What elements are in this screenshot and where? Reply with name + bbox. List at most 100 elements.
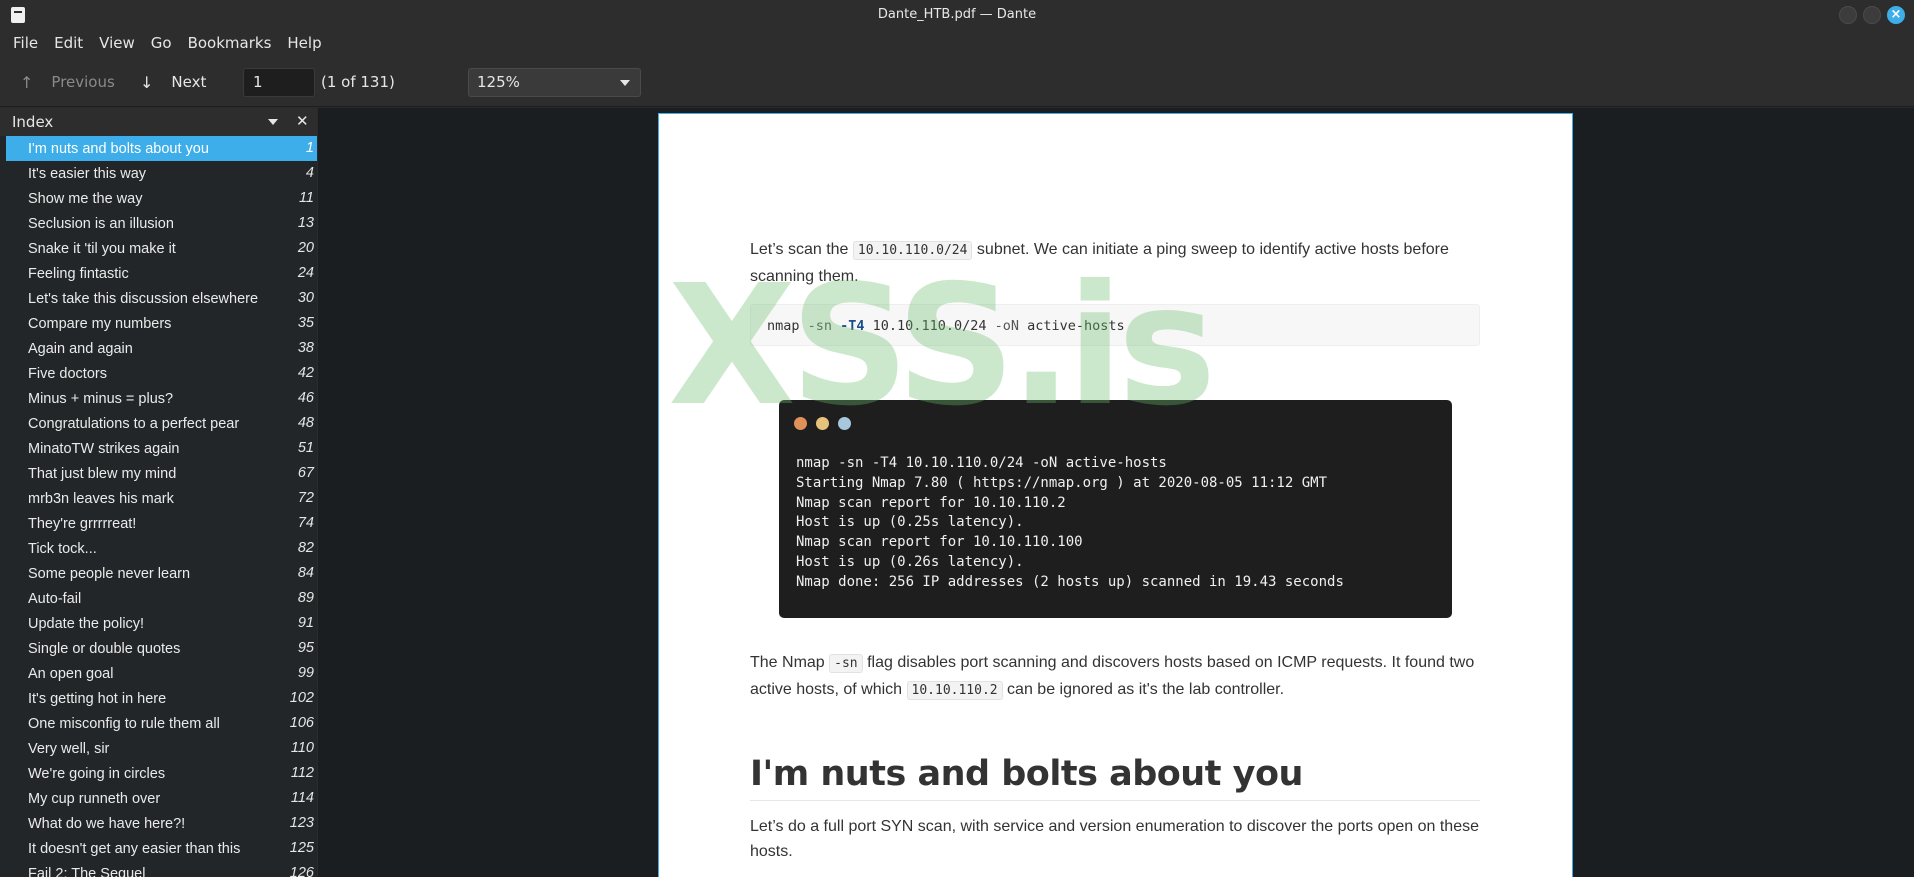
list-item-page: 95 <box>297 640 314 656</box>
list-item-label: Snake it 'til you make it <box>28 240 176 257</box>
sidebar-dropdown-icon[interactable] <box>268 119 278 125</box>
window-controls: × <box>1839 6 1905 24</box>
list-item[interactable]: I'm nuts and bolts about you 1 <box>6 136 317 161</box>
list-item[interactable]: We're going in circles 112 <box>0 761 317 786</box>
list-item-label: One misconfig to rule them all <box>28 715 220 732</box>
list-item-label: Show me the way <box>28 190 143 207</box>
list-item[interactable]: It doesn't get any easier than this 125 <box>0 836 317 861</box>
list-item[interactable]: Fail 2: The Sequel 126 <box>0 861 317 877</box>
sidebar-title: Index <box>12 113 54 131</box>
code-token: 10.10.110.0/24 <box>872 318 995 334</box>
menu-go[interactable]: Go <box>143 34 180 52</box>
list-item[interactable]: Seclusion is an illusion 13 <box>0 211 317 236</box>
previous-button[interactable]: ↑ Previous <box>20 70 115 94</box>
list-item-page: 125 <box>289 840 314 856</box>
list-item[interactable]: Snake it 'til you make it 20 <box>0 236 317 261</box>
list-item-page: 112 <box>290 765 314 781</box>
menu-view[interactable]: View <box>91 34 143 52</box>
arrow-up-icon: ↑ <box>20 72 34 92</box>
document-view[interactable]: XSS.is Let’s scan the 10.10.110.0/24 sub… <box>318 108 1914 877</box>
sidebar-header: Index ✕ <box>0 108 317 136</box>
chevron-down-icon <box>620 80 630 86</box>
list-item[interactable]: Congratulations to a perfect pear 48 <box>0 411 317 436</box>
menu-bookmarks[interactable]: Bookmarks <box>180 34 280 52</box>
list-item[interactable]: Tick tock... 82 <box>0 536 317 561</box>
list-item[interactable]: Again and again 38 <box>0 336 317 361</box>
list-item-label: Seclusion is an illusion <box>28 215 174 232</box>
terminal-dot <box>794 417 807 430</box>
list-item[interactable]: It's easier this way 4 <box>0 161 317 186</box>
list-item-page: 35 <box>297 315 314 331</box>
list-item-label: Again and again <box>28 340 133 357</box>
terminal-screenshot: nmap -sn -T4 10.10.110.0/24 -oN active-h… <box>779 400 1452 618</box>
window-title: Dante_HTB.pdf — Dante <box>877 7 1037 22</box>
list-item[interactable]: An open goal 99 <box>0 661 317 686</box>
list-item-page: 51 <box>297 440 314 456</box>
list-item-label: Auto-fail <box>28 590 82 607</box>
next-button[interactable]: ↓ Next <box>140 70 206 94</box>
list-item[interactable]: It's getting hot in here 102 <box>0 686 317 711</box>
list-item-label: We're going in circles <box>28 765 166 782</box>
text-run: Let’s scan the <box>750 241 853 258</box>
scrollbar[interactable] <box>1906 108 1914 877</box>
list-item[interactable]: Update the policy! 91 <box>0 611 317 636</box>
list-item[interactable]: They're grrrrreat! 74 <box>0 511 317 536</box>
list-item-label: Feeling fintastic <box>28 265 129 282</box>
list-item[interactable]: Some people never learn 84 <box>0 561 317 586</box>
minimize-button[interactable] <box>1839 6 1857 24</box>
menu-file[interactable]: File <box>5 34 46 52</box>
list-item-page: 89 <box>297 590 314 606</box>
list-item-page: 20 <box>297 240 314 256</box>
list-item[interactable]: One misconfig to rule them all 106 <box>0 711 317 736</box>
app-icon[interactable] <box>11 7 25 23</box>
index-sidebar: Index ✕ I'm nuts and bolts about you 1 It… <box>0 108 317 877</box>
list-item-label: That just blew my mind <box>28 465 177 482</box>
list-item-page: 13 <box>297 215 314 231</box>
list-item-page: 106 <box>289 715 314 731</box>
terminal-line: Nmap scan report for 10.10.110.100 <box>796 534 1083 551</box>
sidebar-close-icon[interactable]: ✕ <box>296 112 309 130</box>
code-token: -T4 <box>840 318 873 334</box>
list-item-page: 48 <box>297 415 314 431</box>
code-token: nmap <box>767 318 808 334</box>
list-item-label: Minus + minus = plus? <box>28 390 174 407</box>
menu-edit[interactable]: Edit <box>46 34 91 52</box>
list-item-page: 72 <box>297 490 314 506</box>
list-item[interactable]: Show me the way 11 <box>0 186 317 211</box>
inline-code: 10.10.110.2 <box>906 681 1003 700</box>
list-item-label: It doesn't get any easier than this <box>28 840 241 857</box>
terminal-dot <box>838 417 851 430</box>
code-token: active-hosts <box>1027 318 1125 334</box>
list-item[interactable]: Compare my numbers 35 <box>0 311 317 336</box>
list-item[interactable]: Let's take this discussion elsewhere 30 <box>0 286 317 311</box>
list-item-page: 4 <box>305 165 314 181</box>
list-item[interactable]: Single or double quotes 95 <box>0 636 317 661</box>
list-item[interactable]: My cup runneth over 114 <box>0 786 317 811</box>
list-item[interactable]: Minus + minus = plus? 46 <box>0 386 317 411</box>
list-item-page: 24 <box>297 265 314 281</box>
zoom-select[interactable]: 125% <box>468 68 641 97</box>
list-item-page: 30 <box>297 290 314 306</box>
list-item[interactable]: Very well, sir 110 <box>0 736 317 761</box>
list-item-label: Five doctors <box>28 365 107 382</box>
list-item-label: Some people never learn <box>28 565 191 582</box>
page-number-input[interactable]: 1 <box>243 68 315 97</box>
list-item-page: 42 <box>297 365 314 381</box>
list-item[interactable]: That just blew my mind 67 <box>0 461 317 486</box>
list-item[interactable]: Auto-fail 89 <box>0 586 317 611</box>
list-item-label: Single or double quotes <box>28 640 181 657</box>
list-item-label: What do we have here?! <box>28 815 186 832</box>
list-item[interactable]: mrb3n leaves his mark 72 <box>0 486 317 511</box>
list-item-label: Compare my numbers <box>28 315 172 332</box>
terminal-dots <box>794 417 851 430</box>
list-item[interactable]: MinatoTW strikes again 51 <box>0 436 317 461</box>
list-item-label: Tick tock... <box>28 540 97 557</box>
list-item-page: 84 <box>297 565 314 581</box>
menu-help[interactable]: Help <box>279 34 329 52</box>
list-item[interactable]: Five doctors 42 <box>0 361 317 386</box>
maximize-button[interactable] <box>1863 6 1881 24</box>
list-item[interactable]: Feeling fintastic 24 <box>0 261 317 286</box>
zoom-value: 125% <box>477 73 520 91</box>
close-button[interactable]: × <box>1887 6 1905 24</box>
list-item[interactable]: What do we have here?! 123 <box>0 811 317 836</box>
